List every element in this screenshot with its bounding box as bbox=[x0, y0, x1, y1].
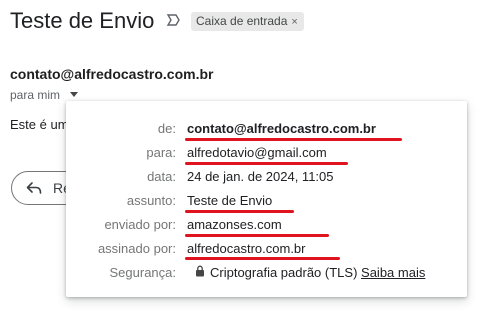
detail-row-to: para: alfredotavio@gmail.com bbox=[66, 142, 467, 162]
security-key: Segurança: bbox=[109, 265, 177, 280]
detail-row-signed-by: assinado por: alfredocastro.com.br bbox=[66, 238, 467, 258]
security-value: Criptografia padrão (TLS) bbox=[210, 265, 358, 280]
detail-row-subject: assunto: Teste de Envio bbox=[66, 190, 467, 210]
signed-by-key: assinado por: bbox=[97, 241, 176, 256]
to-key: para: bbox=[146, 145, 176, 160]
highlight-underline bbox=[185, 210, 294, 213]
reply-arrow-icon bbox=[26, 182, 42, 194]
learn-more-link[interactable]: Saiba mais bbox=[361, 265, 425, 280]
recipient-toggle[interactable]: para mim bbox=[10, 88, 78, 102]
detail-row-date: data: 24 de jan. de 2024, 11:05 bbox=[66, 166, 467, 186]
to-me-label: para mim bbox=[10, 88, 61, 102]
importance-marker-icon[interactable] bbox=[166, 13, 180, 27]
highlight-underline bbox=[185, 138, 402, 141]
highlight-underline bbox=[185, 162, 348, 165]
subject-value: Teste de Envio bbox=[187, 193, 273, 208]
date-value: 24 de jan. de 2024, 11:05 bbox=[187, 169, 334, 184]
sender-details-popup: de: contato@alfredocastro.com.br para: a… bbox=[66, 101, 467, 297]
detail-row-from: de: contato@alfredocastro.com.br bbox=[66, 118, 467, 138]
caret-down-icon[interactable] bbox=[70, 92, 78, 97]
security-info: Criptografia padrão (TLS) Saiba mais bbox=[210, 265, 425, 280]
lock-icon bbox=[196, 265, 204, 277]
from-key: de: bbox=[157, 121, 176, 136]
remove-label-icon[interactable]: × bbox=[291, 16, 297, 28]
mailed-by-value: amazonses.com bbox=[187, 217, 282, 232]
signed-by-value: alfredocastro.com.br bbox=[187, 241, 306, 256]
mailed-by-key: enviado por: bbox=[104, 217, 176, 232]
sender-address: contato@alfredocastro.com.br bbox=[10, 66, 214, 82]
email-subject: Teste de Envio bbox=[10, 8, 155, 33]
highlight-underline bbox=[185, 257, 340, 260]
date-key: data: bbox=[147, 169, 176, 184]
highlight-underline bbox=[185, 234, 329, 237]
inbox-label-chip: Caixa de entrada × bbox=[191, 12, 304, 31]
email-body-preview: Este é um bbox=[10, 117, 69, 132]
detail-row-mailed-by: enviado por: amazonses.com bbox=[66, 214, 467, 234]
to-value: alfredotavio@gmail.com bbox=[187, 145, 327, 160]
inbox-label-text: Caixa de entrada bbox=[196, 14, 288, 28]
from-value: contato@alfredocastro.com.br bbox=[187, 121, 376, 136]
subject-key: assunto: bbox=[126, 193, 176, 208]
